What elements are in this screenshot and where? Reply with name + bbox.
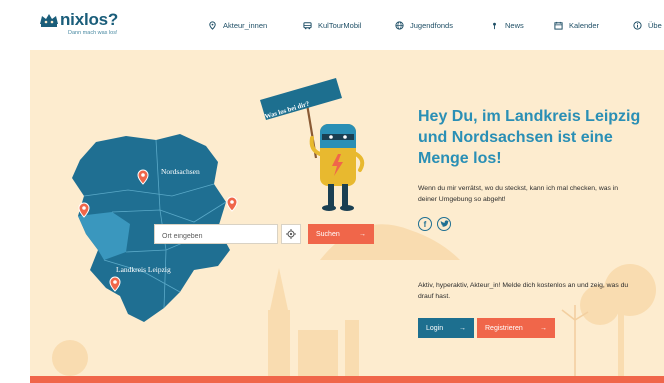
nav-item-jugendfonds[interactable]: Jugendfonds: [395, 17, 453, 33]
signup-call-to-action-text: Aktiv, hyperaktiv, Akteur_in! Melde dich…: [418, 282, 629, 300]
nav-label: Jugendfonds: [410, 20, 453, 30]
map-pin-marker[interactable]: [78, 202, 90, 218]
map-label-nordsachsen: Nordsachsen: [161, 167, 200, 176]
locate-me-button[interactable]: [281, 224, 301, 244]
register-button-label: Registrieren: [485, 324, 523, 332]
twitter-bird-icon: [440, 220, 449, 227]
nav-label: KulTourMobil: [318, 20, 362, 30]
pin-icon: [493, 22, 496, 29]
search-button-label: Suchen: [316, 230, 340, 238]
info-icon: [633, 20, 642, 30]
social-links: f: [418, 217, 451, 231]
hero-intro-text: Wenn du mir verrätst, wo du steckst, kan…: [418, 185, 619, 203]
nav-item-kultourmobil[interactable]: KulTourMobil: [303, 17, 361, 33]
location-search-field[interactable]: [154, 224, 278, 246]
crosshair-icon: [286, 229, 296, 239]
map-pin-marker[interactable]: [137, 169, 149, 185]
nav-item-kalender[interactable]: Kalender: [554, 17, 599, 33]
nav-label: News: [505, 20, 524, 30]
globe-icon: [395, 20, 404, 30]
map-label-landkreis-leipzig: Landkreis Leipzig: [116, 265, 171, 274]
map-pin-marker[interactable]: [109, 276, 121, 292]
bus-icon: [303, 21, 312, 29]
search-button[interactable]: Suchen →: [308, 224, 374, 244]
location-search-input[interactable]: [155, 227, 277, 246]
register-button[interactable]: Registrieren →: [477, 318, 555, 338]
page-gutter: [0, 50, 30, 383]
facebook-icon[interactable]: f: [418, 217, 432, 231]
nav-label: Akteur_innen: [223, 20, 268, 30]
mascot-illustration: [260, 78, 365, 211]
hero-headline: Hey Du, im Landkreis Leipzig und Nordsac…: [418, 108, 641, 167]
login-button-label: Login: [426, 324, 444, 332]
main-navigation: Akteur_innen KulTourMobil Jugendfonds Ne…: [0, 0, 664, 50]
hero-section: Nordsachsen Landkreis Leipzig Was los be…: [30, 50, 664, 376]
nav-item-news[interactable]: News: [490, 17, 524, 33]
nav-item-ueber[interactable]: Übe: [633, 17, 662, 33]
map-pin-marker[interactable]: [226, 196, 238, 212]
login-button[interactable]: Login →: [418, 318, 474, 338]
nav-item-akteur-innen[interactable]: Akteur_innen: [208, 17, 267, 33]
map-pin-icon: [209, 20, 216, 30]
arrow-right-icon: →: [359, 230, 366, 238]
calendar-icon: [554, 21, 563, 30]
twitter-icon[interactable]: [437, 217, 451, 231]
nav-label: Übe: [648, 20, 662, 30]
site-header: nixlos? Dann mach was los! Akteur_innen …: [0, 0, 664, 50]
hero-bottom-bar: [30, 376, 664, 383]
nav-label: Kalender: [569, 20, 600, 30]
arrow-right-icon: →: [540, 324, 547, 332]
arrow-right-icon: →: [459, 324, 466, 332]
